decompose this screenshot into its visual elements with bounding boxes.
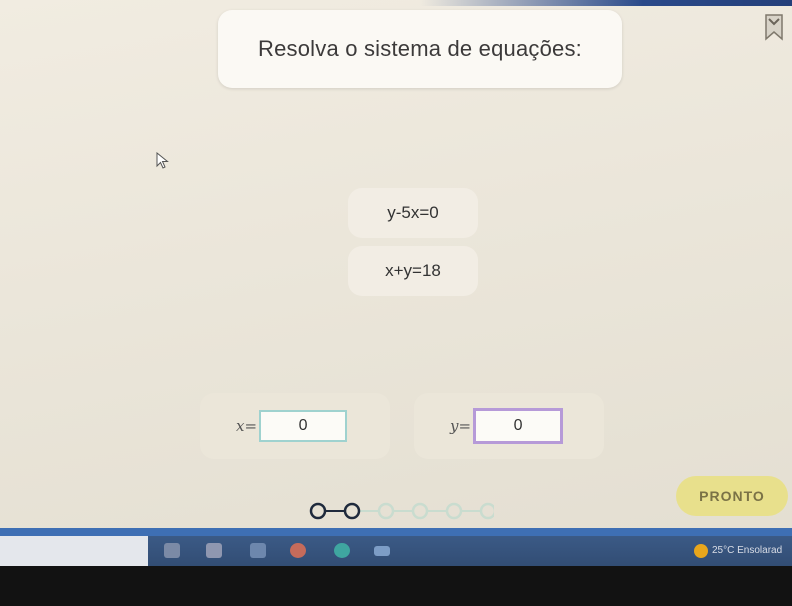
mail-icon[interactable] [250,543,266,558]
edge-icon[interactable] [334,543,350,558]
equation-text: x+y=18 [385,261,441,280]
bookmark-icon[interactable] [762,12,786,42]
taskbar-search-area[interactable] [0,536,148,566]
weather-sun-icon[interactable] [694,544,708,558]
activity-screen: Resolva o sistema de equações: y-5x=0 x+… [0,0,792,528]
chrome-icon[interactable] [290,543,306,558]
windows-taskbar: 25°C Ensolarad [0,536,792,566]
store-icon[interactable] [206,543,222,558]
submit-button[interactable]: PRONTO [676,476,788,516]
progress-step-dot [343,502,361,520]
monitor-bezel [0,566,792,606]
top-header-strip [420,0,792,6]
equation-text: y-5x=0 [387,203,439,222]
file-explorer-icon[interactable] [164,543,180,558]
progress-step-dot [479,502,494,520]
equation-card-1: y-5x=0 [348,188,478,238]
question-card: Resolva o sistema de equações: [218,10,622,88]
question-title: Resolva o sistema de equações: [258,36,582,61]
page-bottom-strip [0,528,792,536]
progress-step-dot [377,502,395,520]
progress-step-dot [445,502,463,520]
mouse-cursor-icon [156,151,170,170]
weather-text[interactable]: 25°C Ensolarad [712,545,782,556]
equation-card-2: x+y=18 [348,246,478,296]
x-answer-input[interactable]: 0 [259,410,348,442]
x-answer-label: x= [236,417,258,435]
progress-step-dot [309,502,327,520]
y-answer-label: y= [450,417,472,435]
y-answer-card: y= 0 [414,393,604,459]
y-answer-input[interactable]: 0 [473,408,564,444]
progress-step-dot [411,502,429,520]
x-answer-card: x= 0 [200,393,390,459]
progress-indicator [309,502,494,520]
cloud-icon[interactable] [374,546,390,556]
